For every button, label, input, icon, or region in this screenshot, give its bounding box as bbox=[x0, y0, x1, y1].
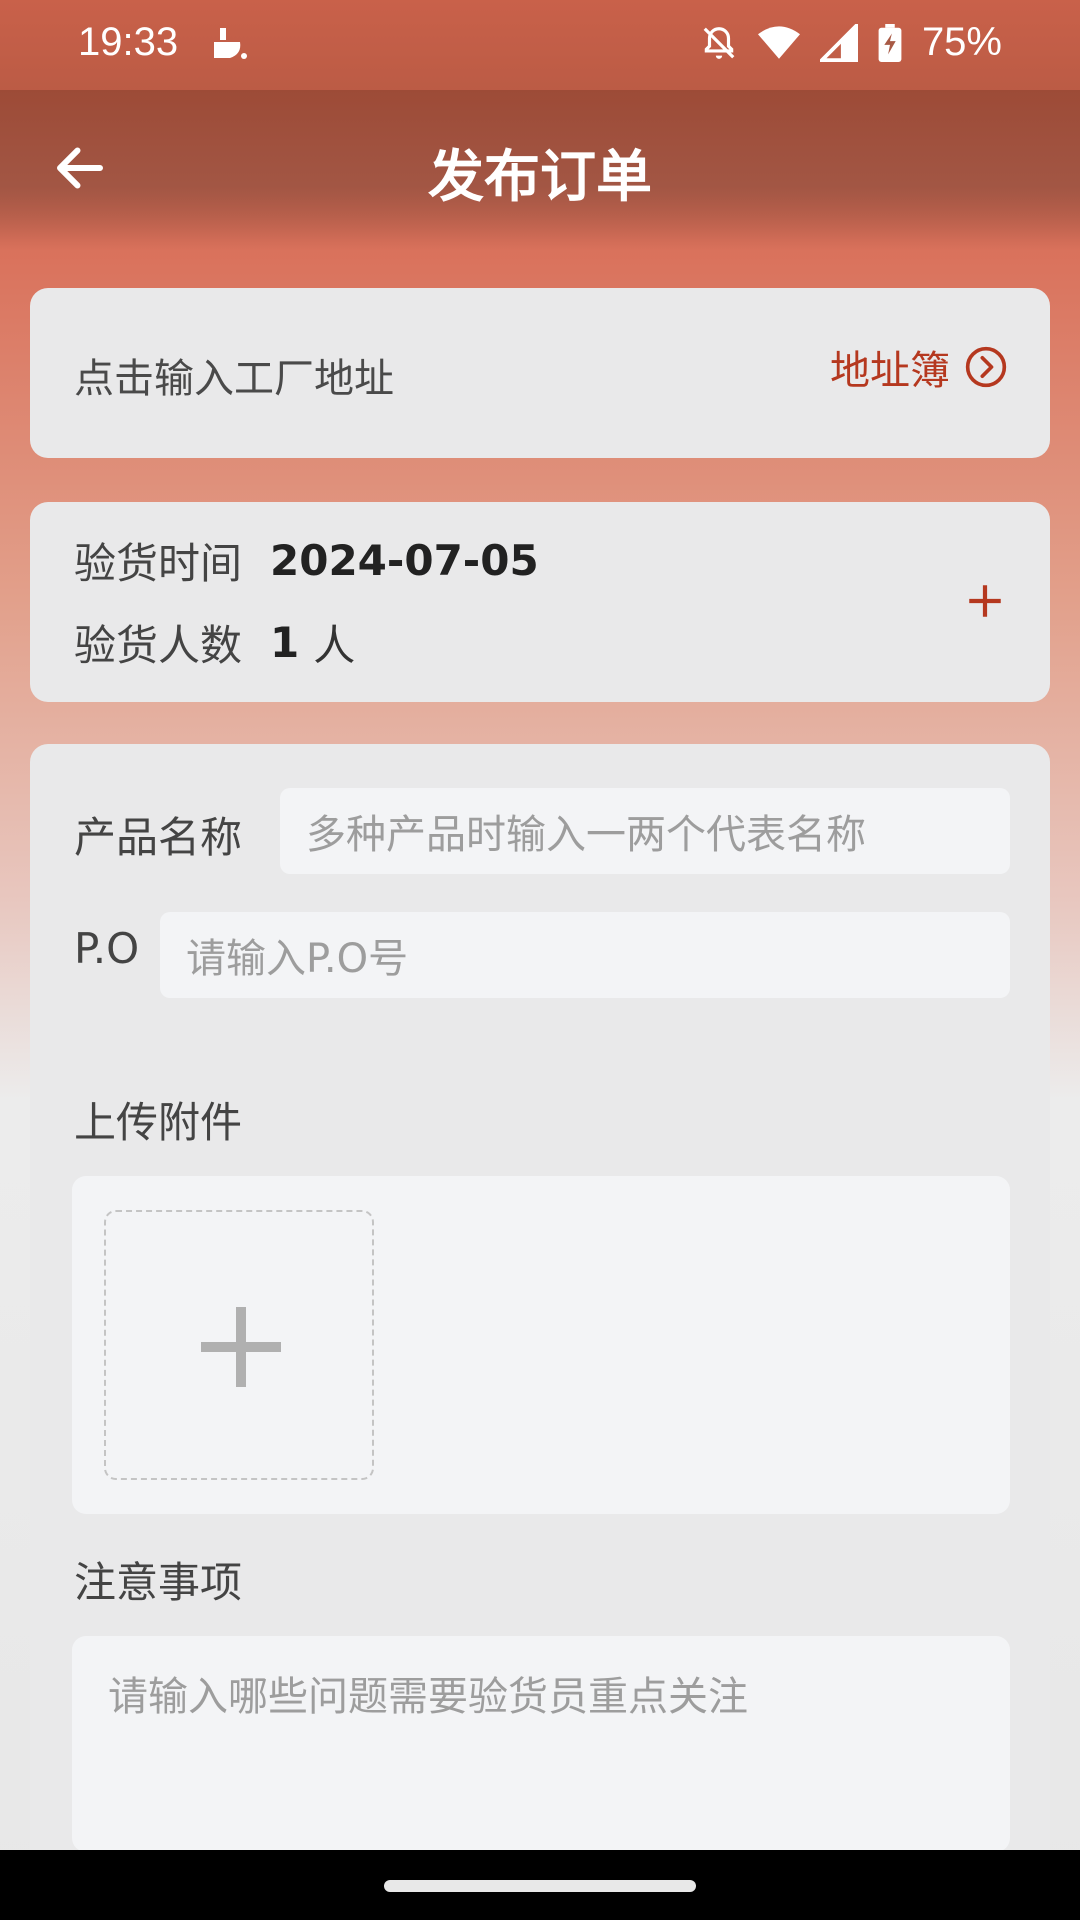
page-title: 发布订单 bbox=[428, 145, 652, 210]
inspector-count-unit: 人 bbox=[313, 621, 356, 670]
bell-off-icon bbox=[703, 26, 735, 59]
battery-charging-icon bbox=[878, 23, 902, 62]
notes-placeholder: 请输入哪些问题需要验货员重点关注 bbox=[108, 1674, 748, 1720]
cell-signal-icon bbox=[819, 23, 858, 62]
upload-add-button[interactable] bbox=[104, 1210, 374, 1480]
app-header: 发布订单 bbox=[0, 90, 1080, 250]
plus-icon[interactable] bbox=[964, 580, 1006, 622]
inspection-date-label: 验货时间 bbox=[74, 539, 243, 588]
chevron-right-circle-icon bbox=[965, 346, 1007, 388]
inspector-count-label: 验货人数 bbox=[74, 621, 243, 670]
inspection-date-row[interactable]: 验货时间 2024-07-05 bbox=[74, 530, 539, 591]
order-form-card: 产品名称 多种产品时输入一两个代表名称 P.O 请输入P.O号 上传附件 注意事… bbox=[30, 744, 1050, 1920]
inspector-count-value: 1 bbox=[270, 618, 300, 667]
upload-attachment-label: 上传附件 bbox=[74, 1098, 243, 1147]
product-name-label: 产品名称 bbox=[74, 813, 243, 862]
app-notification-icon bbox=[214, 28, 247, 59]
po-input[interactable]: 请输入P.O号 bbox=[160, 912, 1010, 998]
status-time: 19:33 bbox=[78, 20, 179, 64]
notes-textarea[interactable]: 请输入哪些问题需要验货员重点关注 bbox=[72, 1636, 1010, 1852]
status-bar: 19:33 75% bbox=[0, 0, 1080, 90]
upload-area bbox=[72, 1176, 1010, 1514]
product-name-input[interactable]: 多种产品时输入一两个代表名称 bbox=[280, 788, 1010, 874]
po-placeholder: 请输入P.O号 bbox=[186, 936, 409, 982]
address-book-label: 地址簿 bbox=[830, 348, 950, 394]
inspection-card[interactable]: 验货时间 2024-07-05 验货人数 1 人 bbox=[30, 502, 1050, 702]
address-placeholder[interactable]: 点击输入工厂地址 bbox=[74, 346, 394, 404]
notes-label: 注意事项 bbox=[74, 1558, 243, 1607]
factory-address-card[interactable]: 点击输入工厂地址 地址簿 bbox=[30, 288, 1050, 458]
address-book-link[interactable]: 地址簿 bbox=[830, 338, 1008, 396]
inspection-date-value: 2024-07-05 bbox=[270, 536, 539, 585]
plus-icon bbox=[201, 1307, 281, 1387]
po-label: P.O bbox=[74, 924, 140, 973]
product-name-placeholder: 多种产品时输入一两个代表名称 bbox=[306, 812, 866, 858]
wifi-icon bbox=[757, 25, 800, 59]
battery-percent: 75% bbox=[921, 20, 1002, 64]
home-gesture-handle[interactable] bbox=[384, 1880, 696, 1892]
inspector-count-row[interactable]: 验货人数 1 人 bbox=[74, 612, 355, 673]
status-right: 75% bbox=[700, 20, 1002, 65]
system-nav-bar bbox=[0, 1850, 1080, 1920]
